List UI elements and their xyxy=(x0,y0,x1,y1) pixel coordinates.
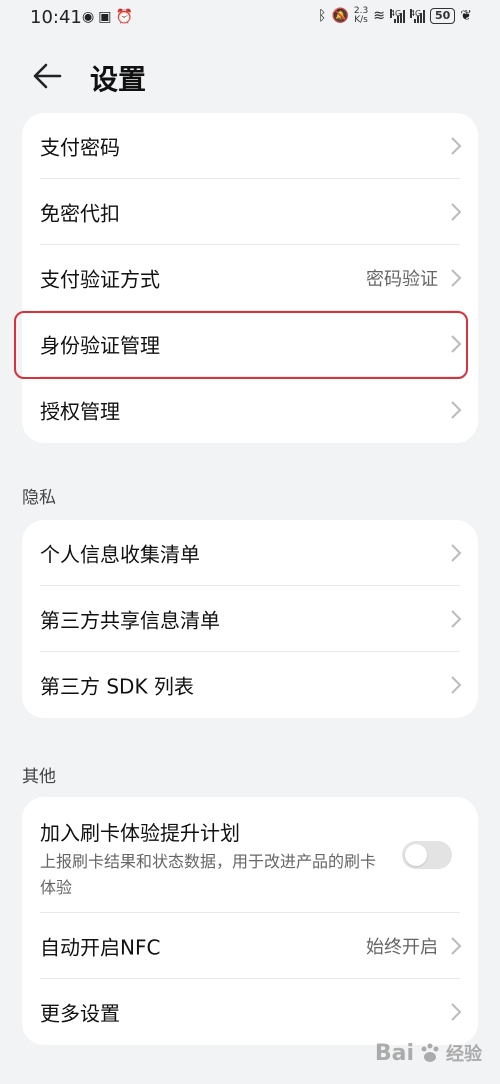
page-title: 设置 xyxy=(90,63,147,96)
mute-icon: 🔕 xyxy=(331,8,349,24)
battery-indicator: 50 xyxy=(429,8,456,24)
list-item-join-experience-plan: 加入刷卡体验提升计划 上报刷卡结果和状态数据，用于改进产品的刷卡体验 xyxy=(22,797,478,913)
chevron-right-icon xyxy=(451,1003,462,1021)
list-item-password-free-deduct[interactable]: 免密代扣 xyxy=(22,179,478,245)
leaf-icon: ❦ xyxy=(460,8,472,24)
nfc-icon: ▣ xyxy=(98,9,112,25)
list-item-more-settings[interactable]: 更多设置 xyxy=(22,979,478,1045)
eye-icon: ◉ xyxy=(82,9,95,25)
list-item-auto-nfc[interactable]: 自动开启NFC 始终开启 xyxy=(22,913,478,979)
status-bar: 10:41 ◉ ▣ ⏰ ᛒ 🔕 2.3 K/s ≋ 4G 4G 50 ❦ xyxy=(0,0,500,36)
signal-icon: 4G xyxy=(389,9,405,23)
wifi-icon: ≋ xyxy=(373,8,385,24)
privacy-card: 个人信息收集清单 第三方共享信息清单 第三方 SDK 列表 xyxy=(22,520,478,718)
page-header: 设置 xyxy=(0,48,500,104)
chevron-right-icon xyxy=(451,269,462,287)
other-card: 加入刷卡体验提升计划 上报刷卡结果和状态数据，用于改进产品的刷卡体验 自动开启N… xyxy=(22,797,478,1045)
status-time: 10:41 xyxy=(30,7,82,28)
list-item-third-party-sharing[interactable]: 第三方共享信息清单 xyxy=(22,586,478,652)
bluetooth-icon: ᛒ xyxy=(318,8,327,24)
chevron-right-icon xyxy=(451,203,462,221)
signal-icon: 4G xyxy=(409,9,425,23)
network-speed: 2.3 K/s xyxy=(353,6,369,25)
list-item-payment-verification[interactable]: 支付验证方式 密码验证 xyxy=(22,245,478,311)
highlight-annotation-box xyxy=(14,311,468,379)
chevron-right-icon xyxy=(451,610,462,628)
join-plan-toggle[interactable] xyxy=(402,841,452,869)
payment-verification-value: 密码验证 xyxy=(366,269,438,290)
payment-settings-card: 支付密码 免密代扣 支付验证方式 密码验证 身份验证管理 授权管理 xyxy=(22,113,478,443)
baidu-watermark: Bai 经验 xyxy=(374,1040,482,1066)
list-item-authorization[interactable]: 授权管理 xyxy=(22,377,478,443)
list-item-third-party-sdk[interactable]: 第三方 SDK 列表 xyxy=(22,652,478,718)
chevron-right-icon xyxy=(451,544,462,562)
chevron-right-icon xyxy=(451,137,462,155)
back-arrow-icon[interactable] xyxy=(30,58,66,94)
chevron-right-icon xyxy=(451,937,462,955)
list-item-personal-info-list[interactable]: 个人信息收集清单 xyxy=(22,520,478,586)
paw-icon xyxy=(421,1043,439,1062)
chevron-right-icon xyxy=(451,676,462,694)
auto-nfc-value: 始终开启 xyxy=(366,937,438,958)
chevron-right-icon xyxy=(451,401,462,419)
alarm-icon: ⏰ xyxy=(115,9,133,25)
join-plan-description: 上报刷卡结果和状态数据，用于改进产品的刷卡体验 xyxy=(40,852,377,897)
list-item-payment-password[interactable]: 支付密码 xyxy=(22,113,478,179)
section-title-other: 其他 xyxy=(22,767,56,787)
section-title-privacy: 隐私 xyxy=(22,488,56,508)
